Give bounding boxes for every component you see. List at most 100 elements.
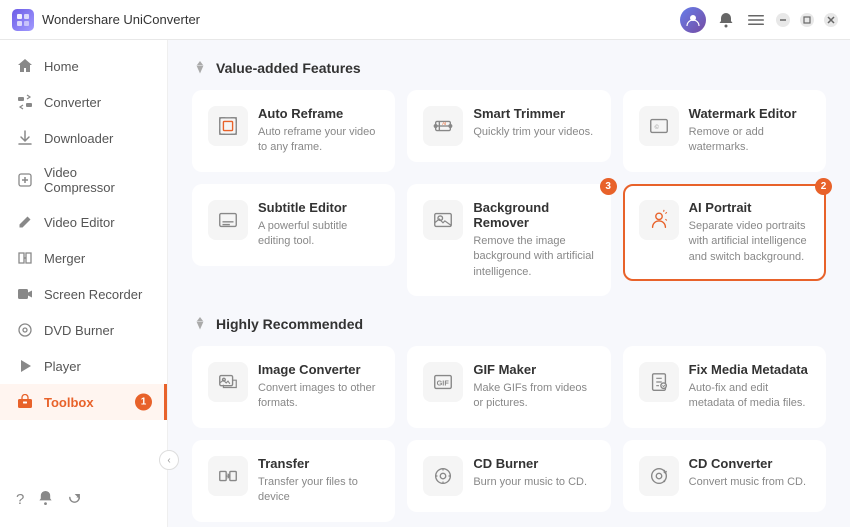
app-title: Wondershare UniConverter bbox=[42, 12, 680, 27]
transfer-title: Transfer bbox=[258, 456, 379, 471]
sidebar-item-player[interactable]: Player bbox=[0, 348, 167, 384]
card-wrapper-transfer: Transfer Transfer your files to device bbox=[192, 440, 395, 522]
cd-burner-text: CD Burner Burn your music to CD. bbox=[473, 456, 587, 490]
card-wrapper-subtitle-editor: Subtitle Editor A powerful subtitle edit… bbox=[192, 184, 395, 296]
watermark-editor-title: Watermark Editor bbox=[689, 106, 810, 121]
sidebar-bottom: ? bbox=[0, 480, 167, 519]
refresh-icon[interactable] bbox=[67, 490, 82, 509]
cd-burner-title: CD Burner bbox=[473, 456, 587, 471]
image-converter-title: Image Converter bbox=[258, 362, 379, 377]
close-button[interactable] bbox=[824, 13, 838, 27]
card-wrapper-smart-trimmer: AI Smart Trimmer Quickly trim your video… bbox=[407, 90, 610, 172]
main-content: Value-added Features Auto Reframe Aut bbox=[168, 40, 850, 527]
fix-media-metadata-desc: Auto-fix and edit metadata of media file… bbox=[689, 381, 810, 412]
maximize-button[interactable] bbox=[800, 13, 814, 27]
toolbox-icon bbox=[16, 393, 34, 411]
dvd-icon bbox=[16, 321, 34, 339]
sidebar-label-player: Player bbox=[44, 359, 81, 374]
downloader-icon bbox=[16, 129, 34, 147]
background-remover-text: Background Remover Remove the image back… bbox=[473, 200, 594, 280]
svg-text:GIF: GIF bbox=[437, 379, 450, 388]
diamond-icon-2 bbox=[192, 316, 208, 332]
feature-card-smart-trimmer[interactable]: AI Smart Trimmer Quickly trim your video… bbox=[407, 90, 610, 162]
transfer-text: Transfer Transfer your files to device bbox=[258, 456, 379, 506]
gif-maker-text: GIF Maker Make GIFs from videos or pictu… bbox=[473, 362, 594, 412]
sidebar-label-dvd-burner: DVD Burner bbox=[44, 323, 114, 338]
ai-portrait-icon bbox=[639, 200, 679, 240]
card-wrapper-auto-reframe: Auto Reframe Auto reframe your video to … bbox=[192, 90, 395, 172]
gif-maker-desc: Make GIFs from videos or pictures. bbox=[473, 381, 594, 412]
smart-trimmer-desc: Quickly trim your videos. bbox=[473, 125, 593, 140]
feature-card-image-converter[interactable]: Image Converter Convert images to other … bbox=[192, 346, 395, 428]
feature-card-auto-reframe[interactable]: Auto Reframe Auto reframe your video to … bbox=[192, 90, 395, 172]
gif-icon: GIF bbox=[423, 362, 463, 402]
toolbox-badge: 1 bbox=[135, 394, 152, 411]
watermark-editor-desc: Remove or add watermarks. bbox=[689, 125, 810, 156]
section-title-value-added: Value-added Features bbox=[192, 60, 826, 76]
cd-convert-icon bbox=[639, 456, 679, 496]
transfer-icon bbox=[208, 456, 248, 496]
titlebar-controls bbox=[680, 7, 838, 33]
sidebar-item-home[interactable]: Home bbox=[0, 48, 167, 84]
app-body: Home Converter Downloader Video Compress… bbox=[0, 40, 850, 527]
ai-portrait-badge: 2 bbox=[815, 178, 832, 195]
feature-card-cd-converter[interactable]: CD Converter Convert music from CD. bbox=[623, 440, 826, 512]
image-converter-desc: Convert images to other formats. bbox=[258, 381, 379, 412]
transfer-desc: Transfer your files to device bbox=[258, 475, 379, 506]
sidebar-item-merger[interactable]: Merger bbox=[0, 240, 167, 276]
background-remover-title: Background Remover bbox=[473, 200, 594, 230]
feature-grid-highly-recommended: Image Converter Convert images to other … bbox=[192, 346, 826, 522]
reframe-icon bbox=[208, 106, 248, 146]
sidebar-label-video-compressor: Video Compressor bbox=[44, 165, 151, 195]
feature-card-ai-portrait[interactable]: AI Portrait Separate video portraits wit… bbox=[623, 184, 826, 281]
card-wrapper-gif-maker: GIF GIF Maker Make GIFs from videos or p… bbox=[407, 346, 610, 428]
feature-card-fix-media-metadata[interactable]: Fix Media Metadata Auto-fix and edit met… bbox=[623, 346, 826, 428]
card-wrapper-watermark-editor: © Watermark Editor Remove or add waterma… bbox=[623, 90, 826, 172]
smart-trimmer-text: Smart Trimmer Quickly trim your videos. bbox=[473, 106, 593, 140]
background-remover-desc: Remove the image background with artific… bbox=[473, 234, 594, 280]
card-wrapper-ai-portrait: 2 AI Portrait Separate video portraits w… bbox=[623, 184, 826, 296]
sidebar-item-video-editor[interactable]: Video Editor bbox=[0, 204, 167, 240]
sidebar-item-dvd-burner[interactable]: DVD Burner bbox=[0, 312, 167, 348]
subtitle-icon bbox=[208, 200, 248, 240]
cd-converter-desc: Convert music from CD. bbox=[689, 475, 806, 490]
sidebar: Home Converter Downloader Video Compress… bbox=[0, 40, 168, 527]
sidebar-label-converter: Converter bbox=[44, 95, 101, 110]
sidebar-item-video-compressor[interactable]: Video Compressor bbox=[0, 156, 167, 204]
gif-maker-title: GIF Maker bbox=[473, 362, 594, 377]
converter-icon bbox=[16, 93, 34, 111]
feature-card-transfer[interactable]: Transfer Transfer your files to device bbox=[192, 440, 395, 522]
feature-card-watermark-editor[interactable]: © Watermark Editor Remove or add waterma… bbox=[623, 90, 826, 172]
bg-remover-icon bbox=[423, 200, 463, 240]
sidebar-label-merger: Merger bbox=[44, 251, 85, 266]
bell-icon[interactable] bbox=[38, 490, 53, 509]
user-avatar[interactable] bbox=[680, 7, 706, 33]
minimize-button[interactable] bbox=[776, 13, 790, 27]
feature-card-subtitle-editor[interactable]: Subtitle Editor A powerful subtitle edit… bbox=[192, 184, 395, 266]
ai-portrait-desc: Separate video portraits with artificial… bbox=[689, 219, 810, 265]
trimmer-icon: AI bbox=[423, 106, 463, 146]
image-convert-icon bbox=[208, 362, 248, 402]
sidebar-item-downloader[interactable]: Downloader bbox=[0, 120, 167, 156]
section-label-value-added: Value-added Features bbox=[216, 60, 361, 76]
edit-icon bbox=[16, 213, 34, 231]
feature-card-cd-burner[interactable]: CD Burner Burn your music to CD. bbox=[407, 440, 610, 512]
home-icon bbox=[16, 57, 34, 75]
sidebar-item-screen-recorder[interactable]: Screen Recorder bbox=[0, 276, 167, 312]
feature-card-background-remover[interactable]: Background Remover Remove the image back… bbox=[407, 184, 610, 296]
feature-card-gif-maker[interactable]: GIF GIF Maker Make GIFs from videos or p… bbox=[407, 346, 610, 428]
background-remover-badge: 3 bbox=[600, 178, 617, 195]
watermark-icon: © bbox=[639, 106, 679, 146]
metadata-icon bbox=[639, 362, 679, 402]
sidebar-item-converter[interactable]: Converter bbox=[0, 84, 167, 120]
sidebar-label-downloader: Downloader bbox=[44, 131, 113, 146]
auto-reframe-title: Auto Reframe bbox=[258, 106, 379, 121]
menu-icon[interactable] bbox=[746, 10, 766, 30]
help-icon[interactable]: ? bbox=[16, 491, 24, 508]
sidebar-collapse-button[interactable]: ‹ bbox=[159, 450, 179, 470]
card-wrapper-background-remover: 3 Background Remover Remove the image ba… bbox=[407, 184, 610, 296]
cd-converter-text: CD Converter Convert music from CD. bbox=[689, 456, 806, 490]
notification-icon[interactable] bbox=[716, 10, 736, 30]
sidebar-item-toolbox[interactable]: Toolbox 1 bbox=[0, 384, 167, 420]
sidebar-label-home: Home bbox=[44, 59, 79, 74]
